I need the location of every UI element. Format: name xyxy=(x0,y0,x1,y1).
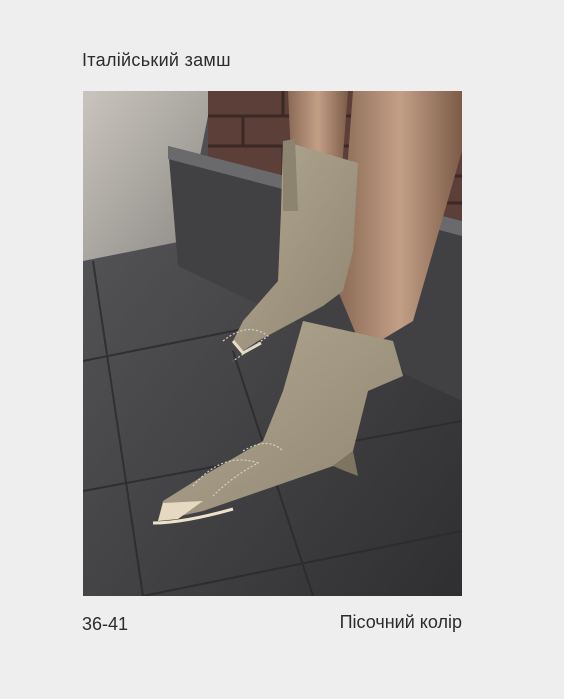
product-card: Італійський замш 36-41 Пісочний колір xyxy=(0,0,564,699)
size-range: 36-41 xyxy=(82,614,129,634)
material-title: Італійський замш xyxy=(82,50,231,70)
boots-photo-illustration xyxy=(83,91,462,596)
product-photo xyxy=(83,91,462,596)
color-name: Пісочний колір xyxy=(339,612,462,632)
